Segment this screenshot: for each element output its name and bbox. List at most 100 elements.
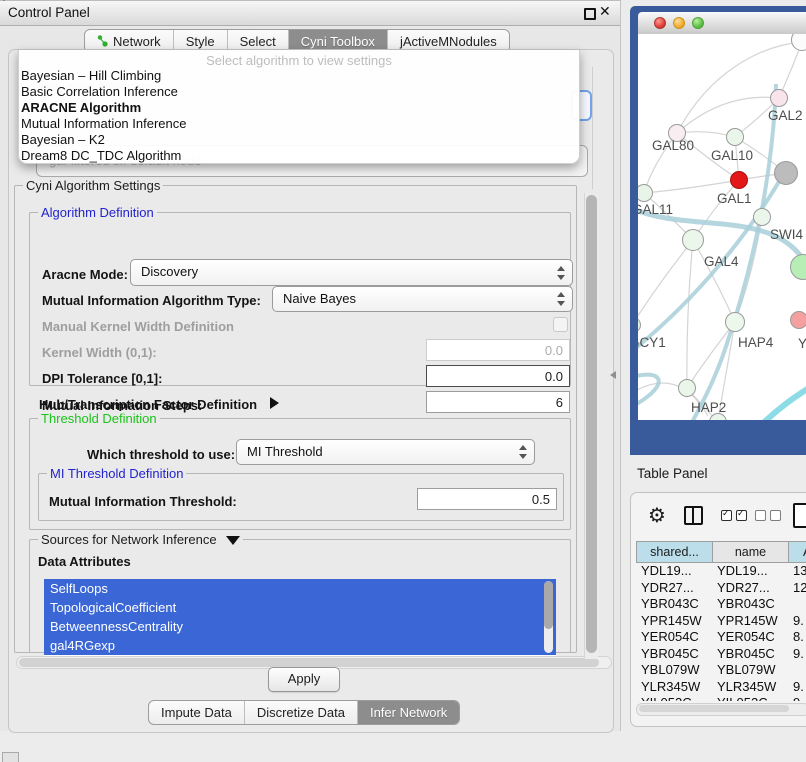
table-cell: YLR345W	[712, 679, 788, 696]
aracne-mode-value: Discovery	[141, 264, 198, 279]
table-cell: YDL19...	[712, 563, 788, 580]
zoom-traffic-light[interactable]	[692, 17, 704, 29]
node-label: GAL1	[717, 191, 752, 206]
mi-threshold-field[interactable]: 0.5	[417, 488, 557, 510]
algorithm-option[interactable]: Basic Correlation Inference	[19, 84, 579, 100]
attribute-list-scrollbar[interactable]	[544, 581, 553, 653]
table-cell: YBL079W	[636, 662, 712, 679]
minimize-traffic-light[interactable]	[673, 17, 685, 29]
data-attribute-item[interactable]: TopologicalCoefficient	[44, 598, 556, 617]
vertical-scrollbar[interactable]	[584, 193, 598, 659]
table-toolbar: ⚙	[631, 501, 806, 533]
table-cell: YDR27...	[712, 580, 788, 597]
mi-type-label: Mutual Information Algorithm Type:	[42, 293, 261, 308]
algorithm-dropdown: Select algorithm to view settings Bayesi…	[18, 50, 580, 164]
close-traffic-light[interactable]	[654, 17, 666, 29]
node-label: GAL2	[768, 108, 803, 123]
network-node[interactable]	[774, 161, 798, 185]
table-cell: 9.	[788, 646, 806, 663]
collapsed-panel-icon[interactable]	[2, 752, 19, 762]
table-cell: YLR345W	[636, 679, 712, 696]
bottom-tabbar: Impute Data Discretize Data Infer Networ…	[148, 700, 460, 725]
gear-icon[interactable]: ⚙	[648, 503, 666, 528]
algorithm-definition-title: Algorithm Definition	[38, 205, 157, 220]
network-node-gal1[interactable]	[730, 171, 748, 189]
collapse-arrow-icon[interactable]	[226, 536, 240, 545]
tab-impute-data[interactable]: Impute Data	[149, 701, 245, 724]
data-attribute-item[interactable]: BetweennessCentrality	[44, 617, 556, 636]
aracne-mode-combo[interactable]: Discovery	[130, 259, 573, 286]
mi-threshold-definition-group: MI Threshold Definition Mutual Informati…	[38, 473, 564, 521]
float-window-icon[interactable]	[584, 8, 596, 20]
network-node[interactable]	[791, 34, 806, 51]
mi-steps-field[interactable]: 6	[426, 391, 570, 413]
data-attribute-item[interactable]: SelfLoops	[44, 579, 556, 598]
data-attributes-label: Data Attributes	[38, 554, 131, 569]
table-row[interactable]: YER054CYER054C8.	[636, 629, 806, 646]
table-horizontal-scrollbar[interactable]	[636, 703, 806, 716]
network-node-gal11[interactable]	[638, 184, 653, 202]
table-row[interactable]: YDL19...YDL19...13	[636, 563, 806, 580]
threshold-definition-title: Threshold Definition	[38, 411, 160, 426]
expander-arrow-icon	[270, 397, 279, 409]
network-node-gcy1[interactable]	[638, 317, 641, 333]
network-node-hap4[interactable]	[725, 312, 745, 332]
combo-spinner-icon	[556, 292, 565, 306]
kernel-width-field[interactable]: 0.0	[426, 339, 570, 361]
select-all-columns-icon[interactable]	[721, 510, 747, 521]
table-cell: YBR045C	[712, 646, 788, 663]
network-node-gal4[interactable]	[682, 229, 704, 251]
tab-infer-network[interactable]: Infer Network	[358, 701, 459, 724]
close-icon[interactable]: ✕	[599, 3, 611, 20]
table-panel-title: Table Panel	[637, 466, 708, 481]
algorithm-option[interactable]: Mutual Information Inference	[19, 116, 579, 132]
network-node-gal10[interactable]	[726, 128, 744, 146]
network-node-y[interactable]	[790, 311, 806, 329]
column-header-name[interactable]: name	[712, 541, 788, 563]
network-node-swi4[interactable]	[753, 208, 771, 226]
table-row[interactable]: YPR145WYPR145W9.	[636, 613, 806, 630]
mi-threshold-definition-title: MI Threshold Definition	[47, 466, 186, 481]
apply-button[interactable]: Apply	[268, 667, 340, 692]
data-attribute-item[interactable]: gal4RGexp	[44, 636, 556, 655]
hub-definition-label: Hub/Transcription Factor Definition	[39, 397, 257, 412]
which-threshold-combo[interactable]: MI Threshold	[236, 439, 535, 465]
file-icon[interactable]	[793, 503, 806, 528]
network-canvas[interactable]: GAL2GAL80GAL10GAL1GAL11SWI4GAL4GCY1HAP4Y…	[638, 34, 806, 420]
table-row[interactable]: YDR27...YDR27...12	[636, 580, 806, 597]
column-header-shared-name[interactable]: shared...	[636, 541, 712, 563]
cyni-algorithm-settings-title: Cyni Algorithm Settings	[23, 178, 163, 193]
column-header-clipped[interactable]: A	[788, 541, 806, 563]
table-panel-card: ⚙ shared... name A YDL19...YDL19...13YDR…	[630, 492, 806, 727]
network-node[interactable]	[790, 254, 806, 280]
mi-type-combo[interactable]: Naive Bayes	[272, 286, 573, 312]
table-row[interactable]: YBL079WYBL079W	[636, 662, 806, 679]
network-window-titlebar[interactable]	[638, 12, 806, 35]
table-row[interactable]: YBR045CYBR045C9.	[636, 646, 806, 663]
table-row[interactable]: YIL052CYIL052C9	[636, 695, 806, 701]
tab-discretize-data[interactable]: Discretize Data	[245, 701, 358, 724]
algorithm-option[interactable]: Bayesian – K2	[19, 132, 579, 148]
table-body: YDL19...YDL19...13YDR27...YDR27...12YBR0…	[636, 563, 806, 701]
table-cell: 8.	[788, 629, 806, 646]
columns-icon[interactable]	[684, 506, 703, 525]
table-row[interactable]: YBR043CYBR043C	[636, 596, 806, 613]
algorithm-option[interactable]: Dream8 DC_TDC Algorithm	[19, 148, 579, 164]
panel-edge-line	[592, 67, 593, 189]
table-cell: YIL052C	[712, 695, 788, 701]
table-cell: YBR043C	[712, 596, 788, 613]
combo-spinner-icon	[518, 445, 527, 459]
table-row[interactable]: YLR345WYLR345W9.	[636, 679, 806, 696]
deselect-all-columns-icon[interactable]	[755, 510, 781, 521]
table-cell: 12	[788, 580, 806, 597]
algorithm-option[interactable]: ARACNE Algorithm	[19, 100, 579, 116]
splitter-collapse-arrow[interactable]	[610, 371, 616, 379]
network-node-gal2[interactable]	[770, 89, 788, 107]
manual-kernel-checkbox[interactable]	[553, 317, 568, 332]
dpi-tolerance-label: DPI Tolerance [0,1]:	[42, 371, 162, 386]
network-node-hap2[interactable]	[678, 379, 696, 397]
table-cell: YBL079W	[712, 662, 788, 679]
aracne-mode-label: Aracne Mode:	[42, 267, 128, 282]
dpi-tolerance-field[interactable]: 0.0	[426, 365, 570, 387]
algorithm-option[interactable]: Bayesian – Hill Climbing	[19, 68, 579, 84]
